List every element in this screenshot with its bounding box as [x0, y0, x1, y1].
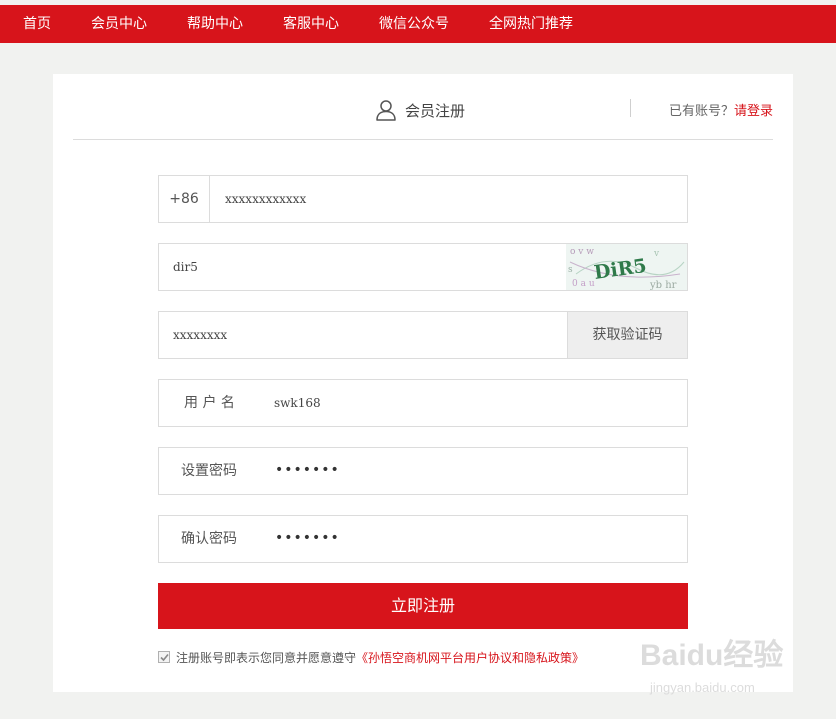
captcha-text: DiR5 [593, 255, 648, 284]
agreement-row: 注册账号即表示您同意并愿意遵守 《孙悟空商机网平台用户协议和隐私政策》 [158, 648, 584, 666]
svg-text:yb hr: yb hr [649, 280, 677, 290]
register-header: 会员注册 已有账号？请登录 [73, 74, 773, 140]
watermark-url: jingyan.baidu.com [650, 680, 755, 695]
nav-item-wechat[interactable]: 微信公众号 [379, 5, 449, 43]
password-input[interactable]: ••••••• [275, 448, 340, 494]
captcha-input[interactable] [173, 244, 553, 290]
nav-item-service-center[interactable]: 客服中心 [283, 5, 339, 43]
nav-item-member-center[interactable]: 会员中心 [91, 5, 147, 43]
confirm-password-field: 确认密码 ••••••• [158, 515, 688, 563]
login-prompt: 已有账号？请登录 [669, 100, 773, 119]
svg-text:s: s [568, 265, 573, 275]
user-icon [376, 100, 396, 121]
nav-item-hot-recommend[interactable]: 全网热门推荐 [489, 5, 573, 43]
confirm-password-input[interactable]: ••••••• [275, 516, 340, 562]
register-submit-button[interactable]: 立即注册 [158, 583, 688, 629]
svg-text:v: v [653, 249, 660, 259]
register-card: 会员注册 已有账号？请登录 +86 o v w s 0 a u yb hr v … [53, 74, 793, 692]
svg-text:o v w: o v w [570, 247, 594, 257]
phone-field: +86 [158, 175, 688, 223]
top-nav-bar: 首页 会员中心 帮助中心 客服中心 微信公众号 全网热门推荐 [0, 5, 836, 43]
username-input[interactable] [274, 380, 674, 426]
agree-checkbox[interactable] [158, 651, 170, 663]
captcha-image[interactable]: o v w s 0 a u yb hr v DiR5 [566, 244, 687, 290]
page-title-text: 会员注册 [405, 101, 466, 120]
has-account-text: 已有账号？ [668, 104, 734, 119]
country-code-prefix[interactable]: +86 [159, 176, 210, 222]
captcha-field: o v w s 0 a u yb hr v DiR5 [158, 243, 688, 291]
username-label: 用 户 名 [184, 395, 235, 411]
sms-code-field: 获取验证码 [158, 311, 688, 359]
password-label: 设置密码 [181, 463, 237, 479]
confirm-password-label: 确认密码 [181, 531, 237, 547]
watermark-brand: Baidu经验 [640, 639, 784, 672]
svg-text:0 a u: 0 a u [572, 279, 595, 289]
login-link[interactable]: 请登录 [734, 104, 773, 119]
page-title: 会员注册 [375, 98, 465, 122]
policy-link[interactable]: 《孙悟空商机网平台用户协议和隐私政策》 [356, 649, 584, 666]
check-icon [159, 653, 169, 661]
watermark: Baidu经验 jingyan.baidu.com [640, 622, 810, 712]
username-field: 用 户 名 [158, 379, 688, 427]
get-sms-code-button[interactable]: 获取验证码 [567, 312, 687, 358]
header-divider [630, 99, 631, 117]
phone-input[interactable] [225, 176, 675, 222]
agree-text: 注册账号即表示您同意并愿意遵守 [176, 650, 357, 665]
nav-item-home[interactable]: 首页 [23, 5, 51, 43]
sms-code-input[interactable] [173, 312, 553, 358]
nav-item-help-center[interactable]: 帮助中心 [187, 5, 243, 43]
password-field: 设置密码 ••••••• [158, 447, 688, 495]
